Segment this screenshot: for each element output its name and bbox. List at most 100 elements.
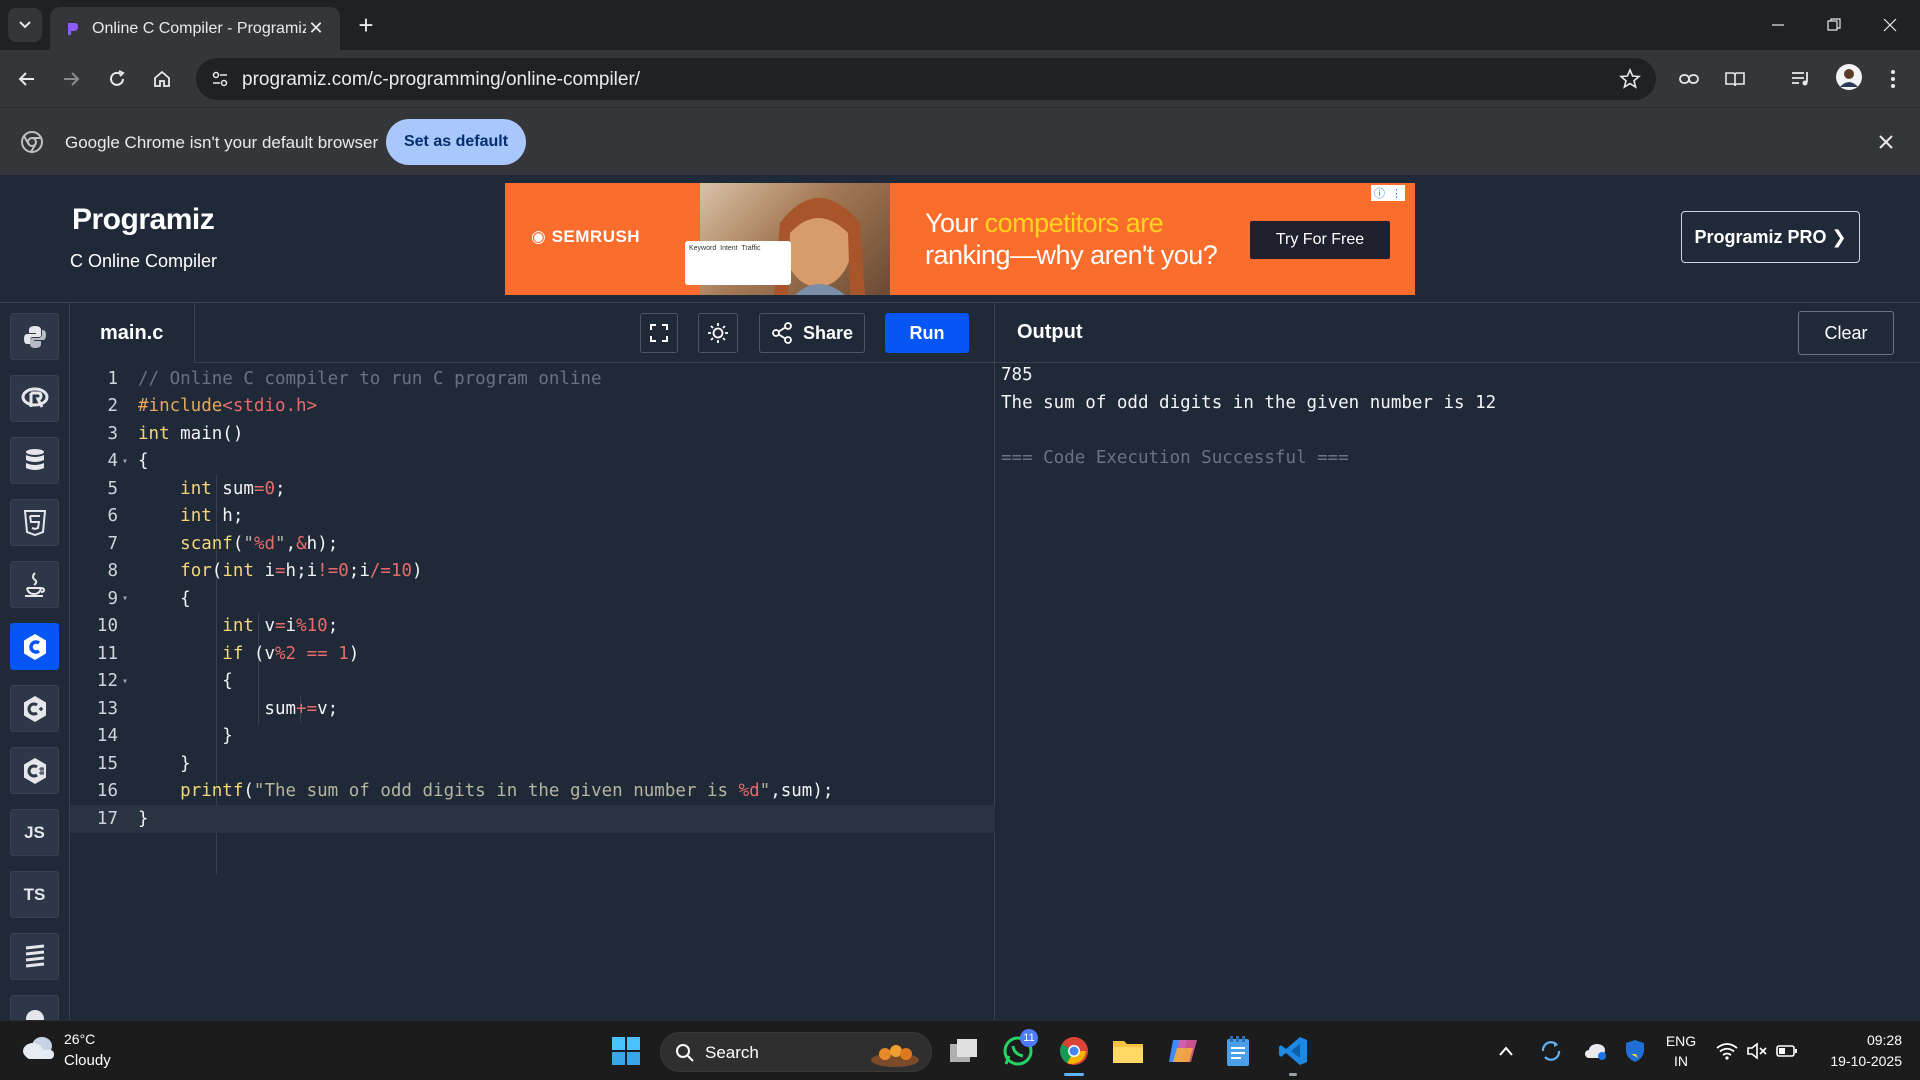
sidebar-item-java[interactable] (10, 561, 59, 608)
tray-volume[interactable] (1744, 1033, 1770, 1069)
cloud-icon[interactable] (22, 1035, 56, 1061)
code-area[interactable]: 1// Online C compiler to run C program o… (70, 365, 995, 1015)
back-button[interactable] (12, 64, 42, 94)
taskbar-vscode[interactable] (1275, 1033, 1311, 1076)
sidebar-item-r[interactable] (10, 375, 59, 422)
sidebar-item-python[interactable] (10, 313, 59, 360)
advertisement-banner[interactable]: ◉ SEMRUSH Keyword Intent Traffic Your co… (505, 183, 1415, 295)
clock-time[interactable]: 09:28 (1812, 1032, 1902, 1048)
sidebar-item-go[interactable] (10, 933, 59, 980)
clock-date[interactable]: 19-10-2025 (1812, 1053, 1902, 1069)
show-hidden-icons-button[interactable] (1494, 1033, 1518, 1069)
programiz-logo[interactable]: Programiz (72, 203, 215, 237)
site-info-button[interactable] (206, 65, 234, 93)
code-line-7: 7 scanf("%d",&h); (70, 530, 995, 558)
share-button[interactable]: Share (759, 313, 865, 353)
programiz-pro-button[interactable]: Programiz PRO ❯ (1681, 211, 1860, 263)
sidebar-item-c[interactable] (10, 623, 59, 670)
avatar-icon (1836, 64, 1862, 90)
theme-toggle-button[interactable] (698, 313, 738, 353)
run-button[interactable]: Run (885, 313, 969, 353)
reading-mode-button[interactable] (1722, 66, 1748, 92)
taskbar-file-explorer[interactable] (1110, 1033, 1146, 1069)
weather-description[interactable]: Cloudy (64, 1052, 111, 1069)
tab-search-button[interactable] (8, 8, 42, 42)
link-icon (1679, 74, 1699, 84)
code-line-11: 11 if (v%2 == 1) (70, 640, 995, 668)
food-bowl-icon (871, 1045, 919, 1067)
tray-sync[interactable] (1536, 1033, 1566, 1069)
restore-button[interactable] (1814, 10, 1854, 40)
forward-button[interactable] (56, 64, 86, 94)
code-line-4: 4 ▾{ (70, 448, 995, 476)
taskbar-whatsapp[interactable]: 11 (1000, 1029, 1038, 1069)
code-line-1: 1// Online C compiler to run C program o… (70, 365, 995, 393)
new-tab-button[interactable]: + (352, 12, 380, 38)
sidebar-item-js[interactable]: JS (10, 809, 59, 856)
bookmark-star-icon[interactable] (1618, 67, 1642, 91)
input-language[interactable]: ENG (1664, 1033, 1698, 1049)
line-number: 12 (96, 671, 118, 692)
output-pane: Output Clear 785 The sum of odd digits i… (995, 303, 1920, 1020)
code-line-5: 5 int sum=0; (70, 475, 995, 503)
sidebar-item-sql[interactable] (10, 437, 59, 484)
tray-security[interactable] (1620, 1033, 1650, 1069)
output-line-2[interactable]: The sum of odd digits in the given numbe… (1001, 393, 1496, 413)
ad-headline-prefix: Your (925, 208, 985, 238)
active-app-indicator (1064, 1073, 1084, 1076)
ad-choices[interactable]: ⓘ ⋮ (1371, 185, 1405, 201)
close-window-button[interactable] (1870, 10, 1910, 40)
code-line-9: 9 ▾ { (70, 585, 995, 613)
taskbar-notepad[interactable] (1220, 1033, 1256, 1069)
clear-button[interactable]: Clear (1798, 311, 1894, 355)
browser-tab[interactable]: Online C Compiler - Programiz ✕ (50, 7, 340, 50)
fold-arrow-icon[interactable]: ▾ (118, 456, 132, 467)
link-button[interactable] (1676, 66, 1702, 92)
media-controls-button[interactable] (1788, 66, 1814, 92)
ad-try-free-button[interactable]: Try For Free (1250, 221, 1390, 259)
fold-arrow-icon[interactable]: ▾ (118, 676, 132, 687)
sidebar-item-ts[interactable]: TS (10, 871, 59, 918)
info-icon: ⓘ (1374, 188, 1385, 200)
sync-icon (1541, 1041, 1561, 1061)
folder-icon (1113, 1041, 1143, 1063)
file-tab-main-c[interactable]: main.c (70, 303, 195, 363)
arrow-left-icon (18, 72, 34, 86)
tray-wifi[interactable] (1714, 1033, 1740, 1069)
taskbar-task-view[interactable] (946, 1033, 982, 1069)
output-line-1[interactable]: 785 (1001, 365, 1033, 385)
line-number: 10 (96, 616, 118, 637)
weather-temperature[interactable]: 26°C (64, 1031, 95, 1047)
set-as-default-button[interactable]: Set as default (386, 119, 526, 165)
infobar-message: Google Chrome isn't your default browser (65, 133, 379, 152)
browser-toolbar: programiz.com/c-programming/online-compi… (0, 50, 1920, 107)
chrome-menu-button[interactable] (1880, 66, 1906, 92)
sidebar-item-html[interactable] (10, 499, 59, 546)
tray-battery[interactable] (1774, 1033, 1800, 1069)
taskbar-copilot[interactable] (1165, 1033, 1201, 1069)
default-browser-infobar: Google Chrome isn't your default browser… (0, 107, 1920, 175)
sidebar-item-more[interactable] (10, 995, 59, 1020)
reload-button[interactable] (102, 64, 132, 94)
home-icon (154, 70, 170, 87)
minimize-button[interactable] (1758, 10, 1798, 40)
sidebar-item-cpp[interactable] (10, 685, 59, 732)
line-number: 15 (96, 753, 118, 774)
home-button[interactable] (147, 64, 177, 94)
database-icon (25, 448, 44, 470)
sidebar-item-csharp[interactable] (10, 747, 59, 794)
close-icon[interactable] (1874, 130, 1898, 154)
profile-button[interactable] (1834, 62, 1864, 92)
url-text[interactable]: programiz.com/c-programming/online-compi… (242, 69, 640, 91)
playlist-icon (1792, 72, 1808, 86)
start-button[interactable] (608, 1033, 644, 1069)
address-bar[interactable]: programiz.com/c-programming/online-compi… (196, 58, 1656, 100)
taskbar-search[interactable]: Search (660, 1032, 932, 1072)
input-region[interactable]: IN (1664, 1053, 1698, 1069)
fullscreen-button[interactable] (640, 313, 678, 353)
tab-close-icon[interactable]: ✕ (306, 18, 326, 39)
tune-icon (212, 71, 228, 87)
taskbar-chrome[interactable] (1056, 1033, 1092, 1076)
tray-onedrive[interactable] (1580, 1033, 1610, 1069)
fold-arrow-icon[interactable]: ▾ (118, 593, 132, 604)
